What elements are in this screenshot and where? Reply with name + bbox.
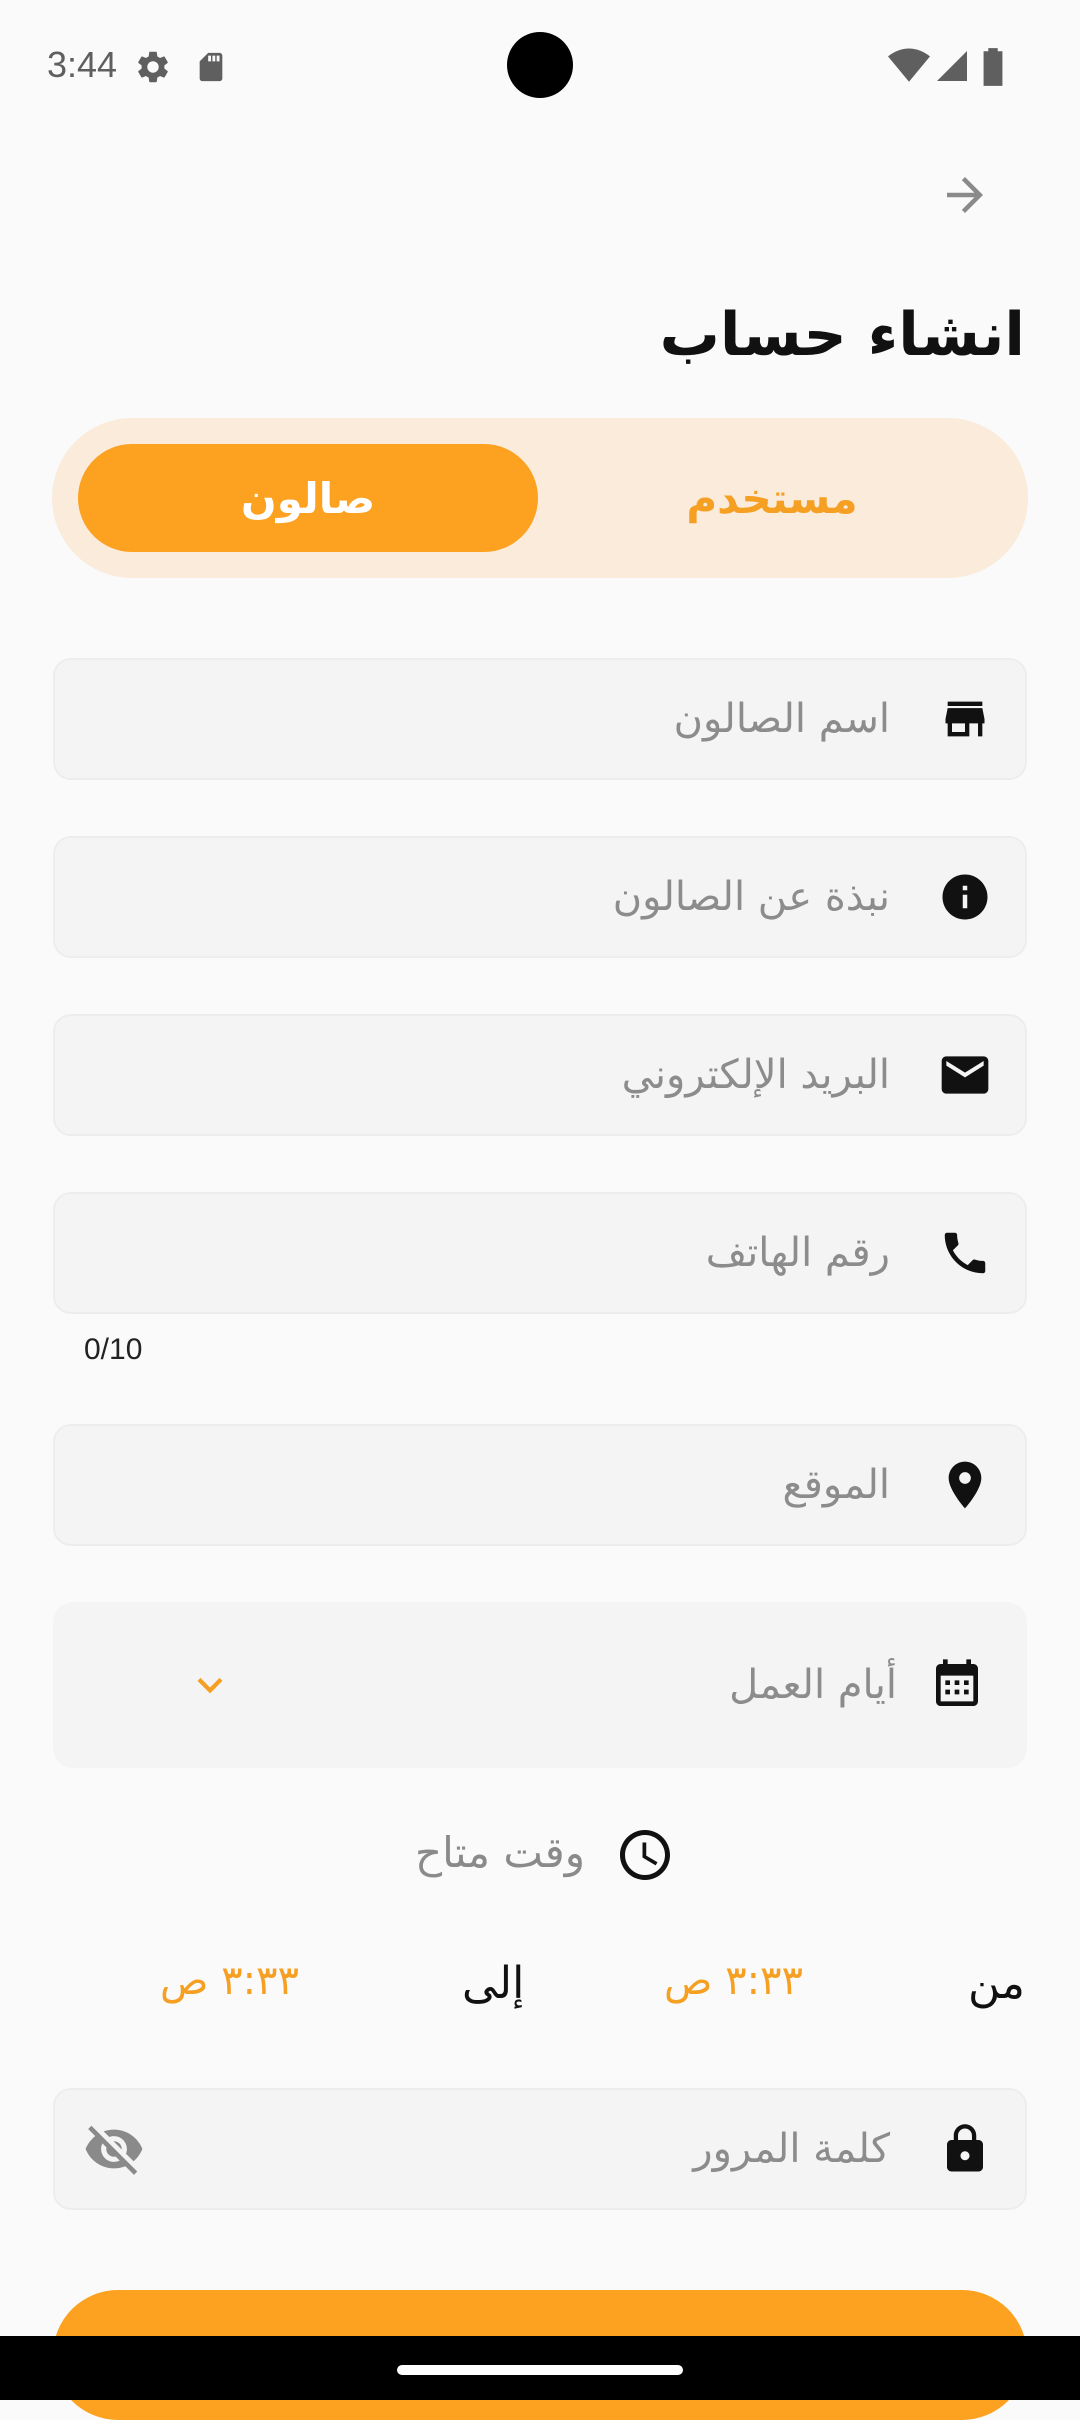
system-nav-bar xyxy=(0,2336,1080,2400)
from-label: من xyxy=(967,1958,1025,2009)
location-pin-icon xyxy=(937,1457,993,1513)
account-type-toggle: مستخدم صالون xyxy=(52,418,1028,578)
to-time-picker[interactable]: ٣:٣٣ ص xyxy=(160,1958,299,2004)
arrow-right-icon xyxy=(947,177,983,213)
phone-placeholder: رقم الهاتف xyxy=(705,1230,890,1276)
location-field[interactable]: الموقع xyxy=(53,1424,1027,1546)
cellular-icon xyxy=(934,48,970,88)
password-field[interactable]: كلمة المرور xyxy=(53,2088,1027,2210)
user-tab[interactable]: مستخدم xyxy=(542,444,1002,552)
password-placeholder: كلمة المرور xyxy=(693,2126,890,2172)
salon-name-field[interactable]: اسم الصالون xyxy=(53,658,1027,780)
time-range-row: من ٣:٣٣ ص إلى ٣:٣٣ ص xyxy=(0,1950,1080,2030)
status-time: 3:44 xyxy=(47,44,118,85)
camera-cutout xyxy=(507,32,573,98)
from-time-picker[interactable]: ٣:٣٣ ص xyxy=(664,1958,803,2004)
salon-tab[interactable]: صالون xyxy=(78,444,538,552)
info-icon xyxy=(937,869,993,925)
settings-icon xyxy=(134,48,172,90)
eye-off-icon[interactable] xyxy=(83,2118,145,2180)
email-placeholder: البريد الإلكتروني xyxy=(621,1052,890,1098)
store-icon xyxy=(937,691,993,747)
work-days-placeholder: أيام العمل xyxy=(729,1662,897,1708)
available-time-row: وقت متاح xyxy=(0,1820,1080,1890)
clock-icon xyxy=(615,1825,675,1885)
sd-card-icon xyxy=(194,48,228,90)
work-days-dropdown[interactable]: أيام العمل xyxy=(53,1602,1027,1768)
wifi-icon xyxy=(888,48,930,88)
about-field[interactable]: نبذة عن الصالون xyxy=(53,836,1027,958)
email-field[interactable]: البريد الإلكتروني xyxy=(53,1014,1027,1136)
to-label: إلى xyxy=(462,1958,525,2009)
available-time-label: وقت متاح xyxy=(414,1828,585,1877)
chevron-down-icon xyxy=(185,1660,235,1710)
mail-icon xyxy=(937,1047,993,1103)
lock-icon xyxy=(937,2121,993,2177)
battery-icon xyxy=(982,48,1004,90)
page-title: انشاء حساب xyxy=(659,300,1025,370)
phone-char-counter: 0/10 xyxy=(84,1333,143,1366)
salon-name-placeholder: اسم الصالون xyxy=(673,696,890,742)
about-placeholder: نبذة عن الصالون xyxy=(612,874,890,920)
back-button[interactable] xyxy=(930,160,1000,230)
calendar-icon xyxy=(929,1657,985,1713)
phone-icon xyxy=(937,1225,993,1281)
location-placeholder: الموقع xyxy=(782,1462,891,1508)
phone-field[interactable]: رقم الهاتف xyxy=(53,1192,1027,1314)
home-gesture-handle[interactable] xyxy=(397,2365,683,2375)
status-bar: 3:44 xyxy=(0,0,1080,130)
